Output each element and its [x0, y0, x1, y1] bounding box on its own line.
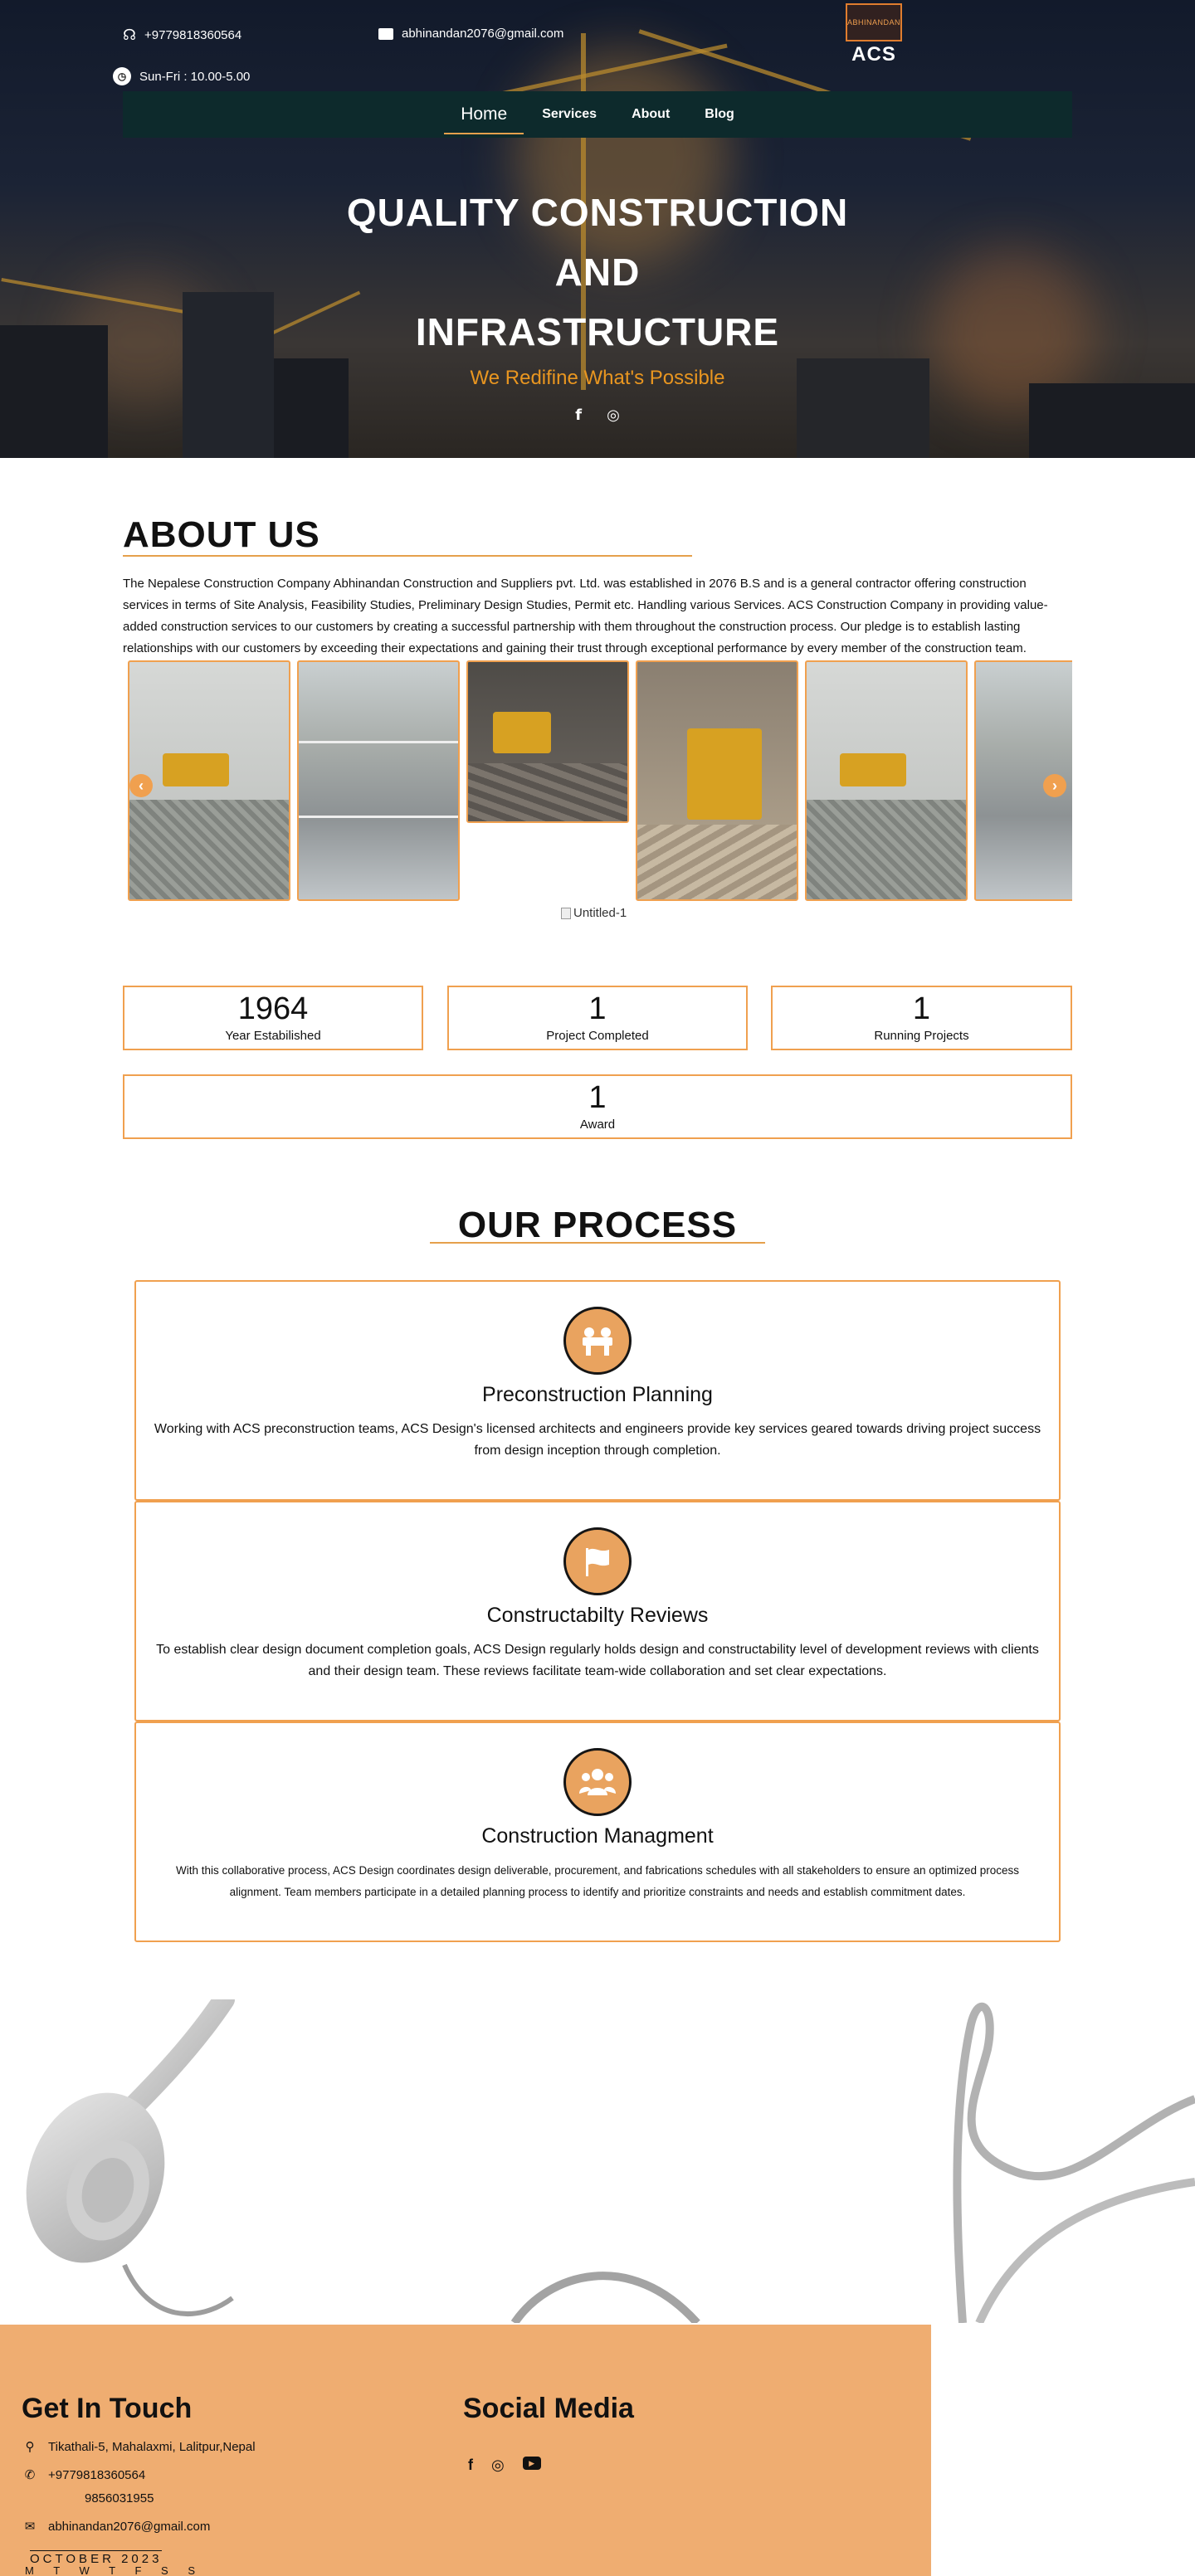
- process-step-name: Construction Managment: [481, 1824, 714, 1848]
- footer-address-text: Tikathali-5, Mahalaxmi, Lalitpur,Nepal: [48, 2439, 256, 2454]
- message-icon: [378, 27, 393, 40]
- stat-card: 1 Project Completed: [447, 986, 748, 1050]
- topbar-hours-text: Sun-Fri : 10.00-5.00: [139, 69, 251, 84]
- footer-phone2-text: 9856031955: [85, 2491, 154, 2505]
- instagram-icon[interactable]: ◎: [607, 407, 620, 424]
- stat-label: Year Estabilished: [225, 1029, 321, 1043]
- stat-label: Project Completed: [546, 1029, 649, 1043]
- logo-text: ACS: [851, 43, 896, 66]
- process-card: Construction Managment With this collabo…: [134, 1721, 1061, 1942]
- facebook-icon[interactable]: f: [468, 2457, 473, 2474]
- topbar-email[interactable]: abhinandan2076@gmail.com: [378, 27, 563, 41]
- phone-icon: ✆: [24, 2468, 36, 2482]
- stat-number: 1: [588, 991, 607, 1026]
- main-nav: Home Services About Blog: [123, 91, 1072, 138]
- process-step-desc: Working with ACS preconstruction teams, …: [154, 1422, 1041, 1458]
- hero-title-line1: QUALITY CONSTRUCTION: [346, 191, 849, 234]
- carousel-prev-button[interactable]: ‹: [129, 774, 153, 797]
- instagram-icon[interactable]: ◎: [491, 2457, 505, 2474]
- stat-number: 1: [912, 991, 931, 1026]
- nav-about[interactable]: About: [630, 102, 671, 127]
- hero-subtitle: We Redifine What's Possible: [470, 367, 725, 389]
- stat-card: 1964 Year Estabilished: [123, 986, 423, 1050]
- headset-icon: ☊: [123, 27, 136, 43]
- carousel-photo: [636, 660, 798, 901]
- hero-banner: ☊ +9779818360564 abhinandan2076@gmail.co…: [0, 0, 1195, 458]
- process-title: OUR PROCESS: [457, 1205, 738, 1245]
- telephone-illustration: [0, 1999, 1195, 2323]
- logo-emblem-text: ABHINANDAN: [847, 18, 901, 27]
- image-carousel[interactable]: [123, 660, 1072, 904]
- footer-phone-secondary[interactable]: 9856031955: [85, 2491, 154, 2505]
- topbar-hours: ◷ Sun-Fri : 10.00-5.00: [113, 67, 250, 85]
- broken-image: Untitled-1: [561, 906, 627, 920]
- envelope-icon: ✉: [24, 2520, 36, 2534]
- group-icon: [563, 1748, 632, 1816]
- carousel-photo: [466, 660, 629, 823]
- about-title: ABOUT US: [123, 514, 320, 555]
- footer-social-title: Social Media: [463, 2393, 634, 2424]
- topbar-phone[interactable]: ☊ +9779818360564: [123, 27, 241, 44]
- clock-icon: ◷: [113, 67, 131, 85]
- stat-number: 1964: [237, 991, 309, 1026]
- carousel-photo: [128, 660, 290, 901]
- chevron-right-icon: ›: [1052, 777, 1057, 794]
- logo-emblem: ABHINANDAN: [846, 3, 902, 41]
- flag-icon: [563, 1527, 632, 1595]
- carousel-photo: [805, 660, 968, 901]
- footer-address: ⚲ Tikathali-5, Mahalaxmi, Lalitpur,Nepal: [23, 2439, 256, 2455]
- process-step-name: Preconstruction Planning: [482, 1383, 713, 1406]
- about-text: The Nepalese Construction Company Abhina…: [123, 577, 1048, 655]
- nav-blog[interactable]: Blog: [703, 102, 736, 127]
- about-underline: [123, 555, 692, 557]
- footer-email-text: abhinandan2076@gmail.com: [48, 2519, 211, 2534]
- hero-social-links: f ◎: [0, 407, 1195, 424]
- nav-services[interactable]: Services: [540, 102, 598, 127]
- location-pin-icon: ⚲: [25, 2440, 35, 2454]
- team-icon: [563, 1307, 632, 1375]
- stat-card: 1 Award: [123, 1074, 1072, 1139]
- carousel-photo: [297, 660, 460, 901]
- process-step-desc: With this collaborative process, ACS Des…: [175, 1864, 1020, 1898]
- footer-social-links: f ◎ ▶: [468, 2457, 541, 2474]
- hero-title-line2: AND: [554, 251, 641, 294]
- stat-label: Award: [579, 1118, 616, 1132]
- broken-image-icon: [561, 907, 571, 919]
- calendar-weekdays: M T W T F S S: [25, 2564, 203, 2576]
- hero-title-line3: INFRASTRUCTURE: [415, 310, 780, 353]
- topbar-email-text: abhinandan2076@gmail.com: [402, 27, 564, 41]
- footer-contact-title: Get In Touch: [22, 2393, 193, 2424]
- carousel-next-button[interactable]: ›: [1043, 774, 1066, 797]
- nav-home[interactable]: Home: [444, 100, 524, 134]
- process-underline: [430, 1242, 765, 1244]
- footer-phone[interactable]: ✆ +9779818360564: [23, 2467, 146, 2483]
- process-step-desc: To establish clear design document compl…: [156, 1643, 1039, 1678]
- footer-phone-text: +9779818360564: [48, 2467, 146, 2482]
- process-step-name: Constructabilty Reviews: [486, 1604, 709, 1627]
- hero-title: QUALITY CONSTRUCTION AND INFRASTRUCTURE: [0, 183, 1195, 362]
- chevron-left-icon: ‹: [139, 777, 144, 794]
- process-card: Preconstruction Planning Working with AC…: [134, 1280, 1061, 1501]
- stat-number: 1: [588, 1080, 607, 1115]
- process-card: Constructabilty Reviews To establish cle…: [134, 1501, 1061, 1721]
- stat-card: 1 Running Projects: [771, 986, 1072, 1050]
- facebook-icon[interactable]: f: [575, 407, 582, 424]
- topbar-phone-text: +9779818360564: [144, 28, 242, 42]
- stat-label: Running Projects: [874, 1029, 969, 1043]
- youtube-icon[interactable]: ▶: [522, 2457, 541, 2470]
- site-logo[interactable]: ABHINANDAN ACS: [844, 3, 904, 66]
- broken-image-alt: Untitled-1: [573, 906, 627, 920]
- footer-email[interactable]: ✉ abhinandan2076@gmail.com: [23, 2519, 211, 2535]
